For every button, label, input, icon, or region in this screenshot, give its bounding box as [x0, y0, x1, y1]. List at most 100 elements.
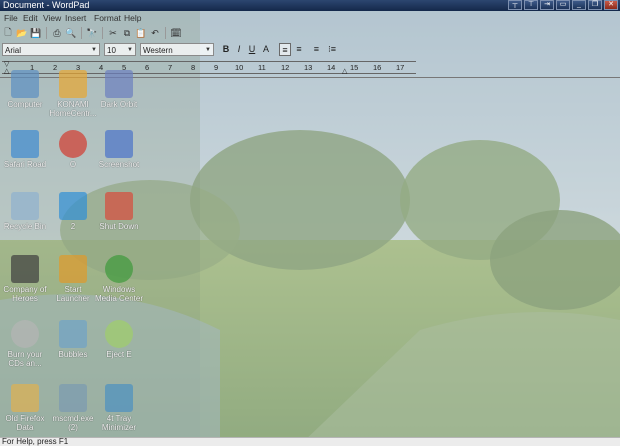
- ruler-number: 15: [350, 63, 359, 72]
- find-icon[interactable]: 🔭: [86, 27, 98, 39]
- eject-icon: [105, 320, 133, 348]
- align-right-button[interactable]: ≡: [307, 43, 319, 56]
- ruler-number: 9: [214, 63, 219, 72]
- desktop-icon-label: Shut Down: [99, 222, 139, 231]
- rollup-button[interactable]: ⊤: [524, 0, 538, 10]
- ruler-number: 17: [396, 63, 405, 72]
- desktop-icon-label: KONAMI HomeCentr...: [49, 100, 97, 118]
- desktop-icon-label: Company of Heroes: [3, 285, 47, 303]
- font-size-select[interactable]: 10 ▼: [104, 43, 136, 56]
- print-preview-icon[interactable]: 🔍: [65, 27, 77, 39]
- italic-button[interactable]: I: [233, 43, 245, 56]
- open-icon[interactable]: 📂: [16, 27, 28, 39]
- copy-icon[interactable]: ⧉: [121, 27, 133, 39]
- desktop-icon-safari-road[interactable]: Safari Road: [0, 130, 50, 169]
- computer-icon: [11, 70, 39, 98]
- align-center-button[interactable]: ≡: [293, 43, 305, 56]
- desktop-icon-bubbles[interactable]: Bubbles: [48, 320, 98, 359]
- ruler-number: 16: [373, 63, 382, 72]
- title-bar[interactable]: Document - WordPad ┬ ⊤ ⇥ ▭ _ ❐ ✕: [0, 0, 620, 11]
- maximize-button[interactable]: ❐: [588, 0, 602, 10]
- bold-button[interactable]: B: [220, 43, 232, 56]
- desktop-icon-tray-minimizer[interactable]: 4t Tray Minimizer: [94, 384, 144, 432]
- desktop-icon-eject[interactable]: Eject E: [94, 320, 144, 359]
- ruler-number: 11: [258, 63, 266, 72]
- tray-button[interactable]: ⇥: [540, 0, 554, 10]
- safari-road-icon: [11, 130, 39, 158]
- menu-bar: File Edit View Insert Format Help: [0, 12, 620, 24]
- desktop-icon-shut-down[interactable]: Shut Down: [94, 192, 144, 231]
- close-button[interactable]: ✕: [604, 0, 618, 10]
- desktop-icon-label: Windows Media Center: [94, 285, 144, 303]
- undo-icon[interactable]: ↶: [149, 27, 161, 39]
- shortcut-icon: [59, 384, 87, 412]
- ruler-number: 6: [145, 63, 150, 72]
- right-indent-marker[interactable]: △: [342, 67, 347, 75]
- menu-button[interactable]: ▭: [556, 0, 570, 10]
- underline-button[interactable]: U: [246, 43, 258, 56]
- power-icon: [105, 192, 133, 220]
- dark-orbit-icon: [105, 70, 133, 98]
- desktop-icon-old-firefox-data[interactable]: Old Firefox Data: [0, 384, 50, 432]
- save-icon[interactable]: 💾: [30, 27, 42, 39]
- desktop-icon-label: Recycle Bin: [3, 222, 47, 231]
- chevron-down-icon: ▼: [205, 47, 211, 53]
- konami-icon: [59, 70, 87, 98]
- new-icon[interactable]: 🗋: [2, 27, 14, 39]
- ruler-number: 12: [281, 63, 290, 72]
- print-icon[interactable]: ⎙: [51, 27, 63, 39]
- window-title: Document - WordPad: [3, 0, 90, 10]
- standard-toolbar: 🗋 📂 💾 ⎙ 🔍 🔭 ✂ ⧉ 📋 ↶ 🗓: [2, 26, 182, 40]
- desktop-icon-label: Old Firefox Data: [5, 414, 45, 432]
- desktop-icon-label: Burn your CDs an...: [7, 350, 43, 368]
- chevron-down-icon: ▼: [127, 47, 133, 53]
- menu-file[interactable]: File: [4, 12, 18, 24]
- desktop-icon-company-of-heroes[interactable]: Company of Heroes: [0, 255, 50, 303]
- minimize-button[interactable]: _: [572, 0, 586, 10]
- script-select[interactable]: Western ▼: [140, 43, 214, 56]
- desktop-icon-computer[interactable]: Computer: [0, 70, 50, 109]
- chevron-down-icon: ▼: [91, 47, 97, 53]
- desktop-icon-screenshot[interactable]: Screenshot: [94, 130, 144, 169]
- toolbar-separator: [102, 27, 103, 39]
- insert-datetime-icon[interactable]: 🗓: [170, 27, 182, 39]
- toolbar-separator: [46, 27, 47, 39]
- desktop-icon-dropbox[interactable]: 2: [48, 192, 98, 231]
- menu-help[interactable]: Help: [124, 12, 141, 24]
- menu-edit[interactable]: Edit: [23, 12, 38, 24]
- ruler-number: 10: [235, 63, 244, 72]
- ruler-number: 13: [304, 63, 313, 72]
- desktop-icon-label: mscmd.exe (2): [52, 414, 94, 432]
- ruler-number: 7: [168, 63, 173, 72]
- bullets-button[interactable]: ⁝≡: [326, 43, 338, 56]
- menu-format[interactable]: Format: [94, 12, 121, 24]
- desktop-icon-label: Start Launcher: [56, 285, 90, 303]
- menu-insert[interactable]: Insert: [65, 12, 86, 24]
- pin-button[interactable]: ┬: [508, 0, 522, 10]
- desktop-icon-recycle-bin[interactable]: Recycle Bin: [0, 192, 50, 231]
- font-color-button[interactable]: A: [260, 43, 272, 56]
- toolbar-separator: [165, 27, 166, 39]
- bubbles-icon: [59, 320, 87, 348]
- desktop-icon-burn-cds[interactable]: Burn your CDs an...: [0, 320, 50, 368]
- font-name-value: Arial: [5, 46, 22, 55]
- desktop-icon-label: 2: [70, 222, 76, 231]
- paste-icon[interactable]: 📋: [135, 27, 147, 39]
- menu-view[interactable]: View: [43, 12, 61, 24]
- desktop-icon-konami[interactable]: KONAMI HomeCentr...: [48, 70, 98, 118]
- desktop-icon-start-launcher[interactable]: Start Launcher: [48, 255, 98, 303]
- desktop-icon-label: Computer: [7, 100, 43, 109]
- desktop-icon-dark-orbit[interactable]: Dark Orbit: [94, 70, 144, 109]
- desktop-icon-mscmd[interactable]: mscmd.exe (2): [48, 384, 98, 432]
- desktop-icon-label: Safari Road: [3, 160, 47, 169]
- ruler-number: 14: [327, 63, 336, 72]
- script-value: Western: [143, 46, 173, 55]
- desktop-icon-opera[interactable]: O: [48, 130, 98, 169]
- folder-icon: [11, 384, 39, 412]
- desktop-icon-media-center[interactable]: Windows Media Center: [94, 255, 144, 303]
- font-name-select[interactable]: Arial ▼: [2, 43, 100, 56]
- tray-minimizer-icon: [105, 384, 133, 412]
- align-left-button[interactable]: ≡: [279, 43, 291, 56]
- cut-icon[interactable]: ✂: [107, 27, 119, 39]
- desktop-icon-label: Screenshot: [98, 160, 140, 169]
